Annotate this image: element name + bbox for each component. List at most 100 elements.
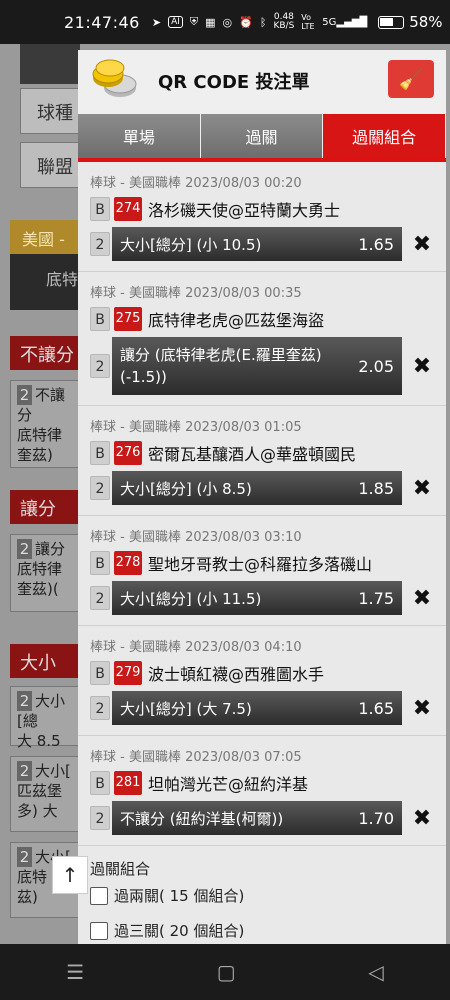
system-nav-bar: ☰ ▢ ◁ [0,944,450,1000]
bet-item: 棒球 - 美國職棒 2023/08/03 00:35 B 275 底特律老虎@匹… [78,272,446,406]
battery-icon [378,15,405,29]
parlay-combo-section: 過關組合 過兩關( 15 個組合) 過三關( 20 個組合) [78,846,446,941]
home-icon[interactable]: ▢ [217,960,236,984]
bet-item: 棒球 - 美國職棒 2023/08/03 07:05 B 281 坦帕灣光芒@紐… [78,736,446,846]
bet-item: 棒球 - 美國職棒 2023/08/03 01:05 B 276 密爾瓦基釀酒人… [78,406,446,516]
combo-checkbox[interactable] [90,886,108,905]
remove-bet-button[interactable]: ✖ [412,232,432,257]
selection-text: 大小[總分] (小 10.5) [120,235,262,254]
selection-odds: 2.05 [358,356,394,376]
alarm-icon: ⏰ [239,15,253,29]
clear-bets-button[interactable]: 🧹 [388,60,434,98]
market-over-under-1[interactable]: 2 大小[總 大 8.5 [10,686,80,750]
status-bar: 21:47:46 ➤ AI ⛨ ▦ ◎ ⏰ ᛒ 0.48 KB/S Vo LTE … [0,0,450,44]
bet-item: 棒球 - 美國職棒 2023/08/03 03:10 B 278 聖地牙哥教士@… [78,516,446,626]
bet-slip-modal: QR CODE 投注單 🧹 單場 過關 過關組合 棒球 - 美國職棒 2023/… [78,50,446,944]
selection-odds: 1.70 [358,808,394,828]
market-over-under-2[interactable]: 2 大小[ 匹茲堡 多) 大 [10,756,80,832]
selection-box: 大小[總分] (大 7.5) 1.65 [112,691,402,725]
selection-box: 不讓分 (紐約洋基(柯爾)) 1.70 [112,801,402,835]
net-speed: 0.48 KB/S [273,12,295,31]
navigation-icon: ➤ [151,15,162,29]
selection-box: 大小[總分] (小 11.5) 1.75 [112,581,402,615]
bet-meta: 棒球 - 美國職棒 2023/08/03 00:20 [90,176,302,191]
sport-badge: B [90,661,110,685]
sport-badge: B [90,307,110,331]
game-code: 278 [114,551,142,575]
scroll-to-top-button[interactable]: ↑ [52,856,88,894]
selection-count: 2 [90,696,110,720]
market-moneyline[interactable]: 2 不讓分 底特律 奎茲) [10,380,80,468]
selection-box: 讓分 (底特律老虎(E.羅里奎茲)(-1.5)) 2.05 [112,337,402,395]
section-handicap: 讓分 [10,490,80,524]
remove-bet-button[interactable]: ✖ [412,696,432,721]
bet-meta: 棒球 - 美國職棒 2023/08/03 04:10 [90,640,302,655]
menu-icon[interactable]: ☰ [66,960,84,984]
selection-odds: 1.85 [358,478,394,498]
bet-type-tabs: 單場 過關 過關組合 [78,106,446,162]
network-type: Vo LTE [301,13,315,31]
bet-meta: 棒球 - 美國職棒 2023/08/03 00:35 [90,286,302,301]
selection-box: 大小[總分] (小 8.5) 1.85 [112,471,402,505]
selection-text: 大小[總分] (小 11.5) [120,589,262,608]
tab-parlay[interactable]: 過關 [200,114,324,158]
remove-bet-button[interactable]: ✖ [412,586,432,611]
match-title: 底特律老虎@匹茲堡海盜 [148,311,325,330]
section-moneyline: 不讓分 [10,336,80,370]
selection-text: 大小[總分] (大 7.5) [120,699,252,718]
game-code: 274 [114,197,142,221]
match-title: 聖地牙哥教士@科羅拉多落磯山 [148,555,373,574]
selection-odds: 1.65 [358,698,394,718]
coins-icon [92,59,137,97]
game-code: 275 [114,307,142,331]
arrow-up-icon: ↑ [61,863,79,887]
bluetooth-icon: ᛒ [259,15,267,29]
selection-count: 2 [90,232,110,256]
market-handicap[interactable]: 2 讓分 底特律 奎茲)( [10,534,80,612]
combo-option-label: 過兩關( 15 個組合) [114,887,245,905]
bet-meta: 棒球 - 美國職棒 2023/08/03 01:05 [90,420,302,435]
ai-icon: AI [168,16,183,28]
remove-bet-button[interactable]: ✖ [412,476,432,501]
background-header [20,44,80,84]
combo-option-label: 過三關( 20 個組合) [114,922,245,940]
bet-item: 棒球 - 美國職棒 2023/08/03 00:20 B 274 洛杉磯天使@亞… [78,162,446,272]
selection-text: 不讓分 (紐約洋基(柯爾)) [120,809,284,828]
match-title: 波士頓紅襪@西雅圖水手 [148,665,325,684]
team-label: 底特 [10,254,80,310]
game-code: 281 [114,771,142,795]
sport-badge: B [90,551,110,575]
back-icon[interactable]: ◁ [368,960,383,984]
combo-checkbox[interactable] [90,921,108,940]
region-label: 美國 - [10,220,80,254]
combo-option[interactable]: 過兩關( 15 個組合) [90,885,434,906]
selection-count: 2 [90,586,110,610]
match-title: 密爾瓦基釀酒人@華盛頓國民 [148,445,357,464]
sport-badge: B [90,197,110,221]
app-icon: ▦ [205,15,216,29]
selection-odds: 1.75 [358,588,394,608]
combo-option[interactable]: 過三關( 20 個組合) [90,920,434,941]
selection-text: 大小[總分] (小 8.5) [120,479,252,498]
status-time: 21:47:46 [64,12,140,32]
bet-slip-title: QR CODE 投注單 [158,72,310,93]
bet-item: 棒球 - 美國職棒 2023/08/03 04:10 B 279 波士頓紅襪@西… [78,626,446,736]
instagram-icon: ◎ [222,15,233,29]
game-code: 279 [114,661,142,685]
selection-count: 2 [90,806,110,830]
battery-percent: 58% [409,13,443,31]
remove-bet-button[interactable]: ✖ [412,806,432,831]
sport-badge: B [90,771,110,795]
bet-meta: 棒球 - 美國職棒 2023/08/03 03:10 [90,530,302,545]
section-over-under: 大小 [10,644,80,678]
match-title: 洛杉磯天使@亞特蘭大勇士 [148,201,341,220]
remove-bet-button[interactable]: ✖ [412,354,432,379]
tab-parlay-combo[interactable]: 過關組合 [323,114,446,158]
shield-icon: ⛨ [189,15,199,28]
selection-box: 大小[總分] (小 10.5) 1.65 [112,227,402,261]
signal-icon: 5G▂▄▆█ [322,16,368,28]
tab-single[interactable]: 單場 [78,114,201,158]
selection-count: 2 [90,354,110,378]
bet-meta: 棒球 - 美國職棒 2023/08/03 07:05 [90,750,302,765]
selection-text: 讓分 (底特律老虎(E.羅里奎茲)(-1.5)) [120,346,322,386]
